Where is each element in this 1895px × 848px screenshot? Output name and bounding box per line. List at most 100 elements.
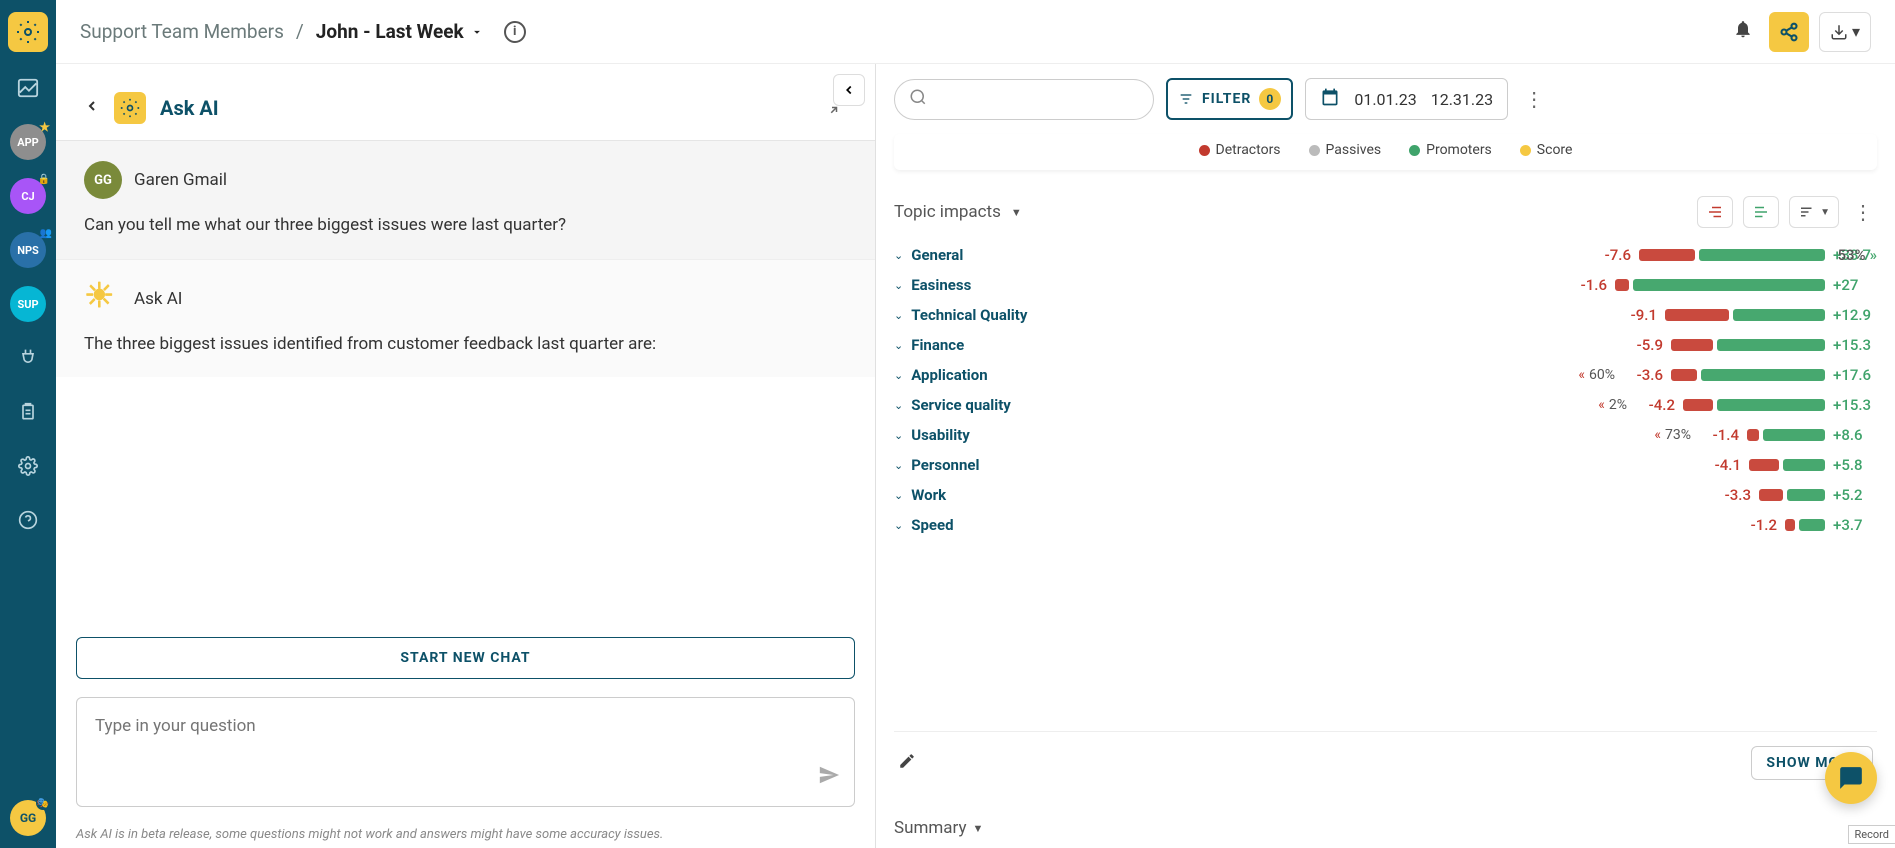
ask-ai-panel: Ask AI GG Garen Gmail Can you tell me wh… xyxy=(56,64,876,848)
record-tab[interactable]: Record xyxy=(1848,825,1895,844)
expand-icon[interactable]: ⌄ xyxy=(894,429,903,442)
align-left-button[interactable] xyxy=(1743,196,1779,228)
edit-icon[interactable] xyxy=(898,752,916,774)
topic-row[interactable]: ⌄Personnel-4.1+5.8 xyxy=(894,450,1877,480)
chat-area[interactable]: GG Garen Gmail Can you tell me what our … xyxy=(56,140,875,625)
question-input-box[interactable] xyxy=(76,697,855,807)
share-button[interactable] xyxy=(1769,12,1809,52)
summary-title: Summary xyxy=(894,818,966,838)
topic-row[interactable]: ⌄Finance-5.9+15.3 xyxy=(894,330,1877,360)
positive-value: +15.3 xyxy=(1833,336,1877,354)
negative-value: -4.1 xyxy=(1701,456,1741,474)
topic-name: Service quality xyxy=(911,396,1071,414)
positive-value: +3.7 xyxy=(1833,516,1877,534)
nav-help[interactable] xyxy=(10,502,46,538)
align-right-button[interactable] xyxy=(1697,196,1733,228)
chevron-down-icon[interactable]: ▼ xyxy=(1011,206,1022,219)
nav-settings[interactable] xyxy=(10,448,46,484)
send-icon[interactable] xyxy=(818,764,840,792)
trend-badge: « 73% xyxy=(1621,427,1691,443)
user-message: GG Garen Gmail Can you tell me what our … xyxy=(56,141,875,259)
download-button[interactable]: ▾ xyxy=(1819,12,1871,52)
more-options-icon[interactable]: ⋮ xyxy=(1520,83,1548,115)
negative-value: -1.4 xyxy=(1699,426,1739,444)
negative-value: -3.3 xyxy=(1711,486,1751,504)
negative-value: -9.1 xyxy=(1617,306,1657,324)
topic-name: Application xyxy=(911,366,1071,384)
summary-card[interactable]: Summary ▼ xyxy=(894,808,1877,848)
impact-bars xyxy=(1759,489,1825,501)
impact-bars xyxy=(1747,429,1825,441)
chat-widget-button[interactable] xyxy=(1825,752,1877,804)
nps-legend: Detractors Passives Promoters Score xyxy=(894,134,1877,170)
collapse-left-button[interactable] xyxy=(833,74,865,106)
main-content: Support Team Members / John - Last Week … xyxy=(56,0,1895,848)
positive-value: +5.2 xyxy=(1833,486,1877,504)
impact-bars xyxy=(1785,519,1825,531)
start-new-chat-button[interactable]: START NEW CHAT xyxy=(76,637,855,679)
impact-bars xyxy=(1671,339,1825,351)
search-box[interactable] xyxy=(894,79,1154,120)
topics-more-icon[interactable]: ⋮ xyxy=(1849,196,1877,228)
ai-badge-icon xyxy=(114,92,146,124)
topbar: Support Team Members / John - Last Week … xyxy=(56,0,1895,64)
chevron-down-icon: ▼ xyxy=(972,822,983,835)
nav-cj[interactable]: CJ 🔒 xyxy=(10,178,46,214)
topic-name: Finance xyxy=(911,336,1071,354)
breadcrumb-current[interactable]: John - Last Week xyxy=(316,20,484,43)
expand-icon[interactable]: ⌄ xyxy=(894,519,903,532)
back-arrow-icon[interactable] xyxy=(84,98,100,119)
filter-button[interactable]: FILTER 0 xyxy=(1166,78,1293,120)
detractor-dot xyxy=(1199,145,1210,156)
sort-button[interactable]: ▼ xyxy=(1789,196,1839,228)
impact-bars xyxy=(1665,309,1825,321)
expand-icon[interactable]: ⌄ xyxy=(894,249,903,262)
topic-row[interactable]: ⌄Technical Quality-9.1+12.9 xyxy=(894,300,1877,330)
expand-icon[interactable]: ⌄ xyxy=(894,489,903,502)
positive-value: +27 xyxy=(1833,276,1877,294)
info-icon[interactable]: i xyxy=(504,21,526,43)
nav-plugin[interactable] xyxy=(10,340,46,376)
notification-icon[interactable] xyxy=(1727,13,1759,50)
nav-dashboard[interactable] xyxy=(10,70,46,106)
user-avatar[interactable]: GG 🎭 xyxy=(10,800,46,836)
nav-nps[interactable]: NPS 👥 xyxy=(10,232,46,268)
date-range[interactable]: 01.01.23 12.31.23 xyxy=(1305,78,1508,120)
nav-app[interactable]: APP ★ xyxy=(10,124,46,160)
topic-name: Work xyxy=(911,486,1071,504)
breadcrumb-parent[interactable]: Support Team Members xyxy=(80,20,284,43)
breadcrumb: Support Team Members / John - Last Week xyxy=(80,20,484,43)
search-icon xyxy=(909,88,927,111)
expand-icon[interactable]: ⌄ xyxy=(894,309,903,322)
topic-row[interactable]: ⌄Easiness-1.6+27 xyxy=(894,270,1877,300)
topic-row[interactable]: ⌄Speed-1.2+3.7 xyxy=(894,510,1877,540)
end-percent: 53% » xyxy=(1838,246,1878,264)
app-logo[interactable] xyxy=(8,12,48,52)
expand-icon[interactable]: ⌄ xyxy=(894,459,903,472)
topic-row[interactable]: ⌄Application« 60%-3.6+17.6 xyxy=(894,360,1877,390)
topic-name: General xyxy=(911,246,1071,264)
expand-icon[interactable]: ⌄ xyxy=(894,399,903,412)
score-dot xyxy=(1520,145,1531,156)
nav-clipboard[interactable] xyxy=(10,394,46,430)
trend-badge: « 2% xyxy=(1557,397,1627,413)
topics-title[interactable]: Topic impacts xyxy=(894,202,1001,222)
topic-row[interactable]: ⌄ Work -3.3 +5.2 xyxy=(894,480,1877,510)
topic-row[interactable]: ⌄Usability« 73%-1.4+8.6 xyxy=(894,420,1877,450)
lock-icon: 🔒 xyxy=(38,174,50,185)
positive-value: +17.6 xyxy=(1833,366,1877,384)
topics-card: Topic impacts ▼ ▼ ⋮ ⌄General-7.6+3 xyxy=(894,188,1877,794)
mask-icon: 🎭 xyxy=(36,796,50,810)
topic-row[interactable]: ⌄Service quality« 2%-4.2+15.3 xyxy=(894,390,1877,420)
expand-icon[interactable]: ⌄ xyxy=(894,369,903,382)
filter-count: 0 xyxy=(1259,88,1281,110)
topic-name: Speed xyxy=(911,516,1071,534)
topic-row[interactable]: ⌄General-7.6+33.753% » xyxy=(894,240,1877,270)
expand-icon[interactable]: ⌄ xyxy=(894,279,903,292)
nav-sup[interactable]: SUP xyxy=(10,286,46,322)
impact-bars xyxy=(1683,399,1825,411)
expand-icon[interactable]: ⌄ xyxy=(894,339,903,352)
negative-value: -7.6 xyxy=(1591,246,1631,264)
right-toolbar: FILTER 0 01.01.23 12.31.23 ⋮ xyxy=(876,64,1895,134)
question-input[interactable] xyxy=(95,716,836,756)
